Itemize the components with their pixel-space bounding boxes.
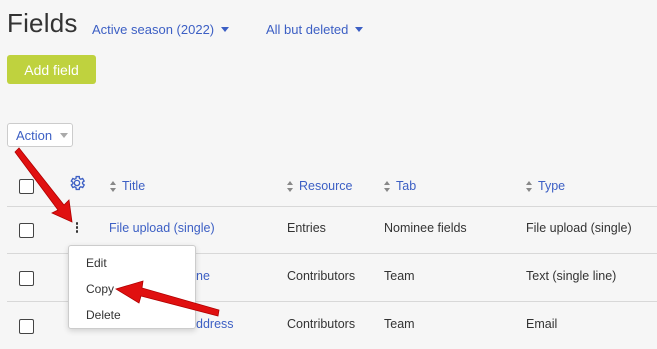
row-context-menu: Edit Copy Delete: [68, 245, 196, 329]
add-field-button[interactable]: Add field: [7, 55, 96, 84]
field-title-link[interactable]: ne: [196, 269, 210, 283]
header-divider: [7, 206, 657, 207]
row-checkbox[interactable]: [19, 319, 34, 334]
field-tab: Nominee fields: [384, 221, 467, 235]
field-tab: Team: [384, 269, 415, 283]
field-title-link[interactable]: File upload (single): [109, 221, 215, 235]
column-header-label: Type: [538, 179, 566, 193]
column-header-label: Title: [122, 179, 146, 193]
menu-item-edit[interactable]: Edit: [86, 256, 107, 270]
kebab-icon[interactable]: [75, 222, 79, 234]
field-type: Text (single line): [526, 269, 617, 283]
field-tab: Team: [384, 317, 415, 331]
sort-icon: [526, 180, 533, 192]
column-header-label: Resource: [299, 179, 353, 193]
field-resource: Contributors: [287, 269, 356, 283]
action-label: Action: [16, 127, 53, 143]
menu-item-delete[interactable]: Delete: [86, 308, 121, 322]
gear-icon[interactable]: [68, 174, 86, 192]
menu-item-copy[interactable]: Copy: [86, 282, 114, 296]
season-filter[interactable]: Active season (2022): [92, 22, 230, 37]
column-header-resource[interactable]: Resource: [287, 179, 353, 193]
row-checkbox[interactable]: [19, 223, 34, 238]
column-header-type[interactable]: Type: [526, 179, 565, 193]
sort-icon: [287, 180, 294, 192]
chevron-down-icon: [221, 27, 230, 32]
field-type: Email: [526, 317, 558, 331]
column-header-title[interactable]: Title: [110, 179, 145, 193]
chevron-down-icon: [355, 27, 364, 32]
select-all-checkbox[interactable]: [19, 179, 34, 194]
chevron-down-icon: [60, 132, 69, 138]
field-type: File upload (single): [526, 221, 632, 235]
status-filter[interactable]: All but deleted: [266, 22, 364, 37]
field-title-link[interactable]: ddress: [196, 317, 234, 331]
sort-icon: [384, 180, 391, 192]
action-dropdown[interactable]: Action: [7, 123, 73, 147]
row-checkbox[interactable]: [19, 271, 34, 286]
field-resource: Entries: [287, 221, 326, 235]
status-filter-label: All but deleted: [266, 22, 349, 37]
column-header-tab[interactable]: Tab: [384, 179, 416, 193]
field-resource: Contributors: [287, 317, 356, 331]
page-title: Fields: [7, 8, 78, 38]
season-filter-label: Active season (2022): [92, 22, 215, 37]
sort-icon: [110, 180, 117, 192]
column-header-label: Tab: [396, 179, 417, 193]
